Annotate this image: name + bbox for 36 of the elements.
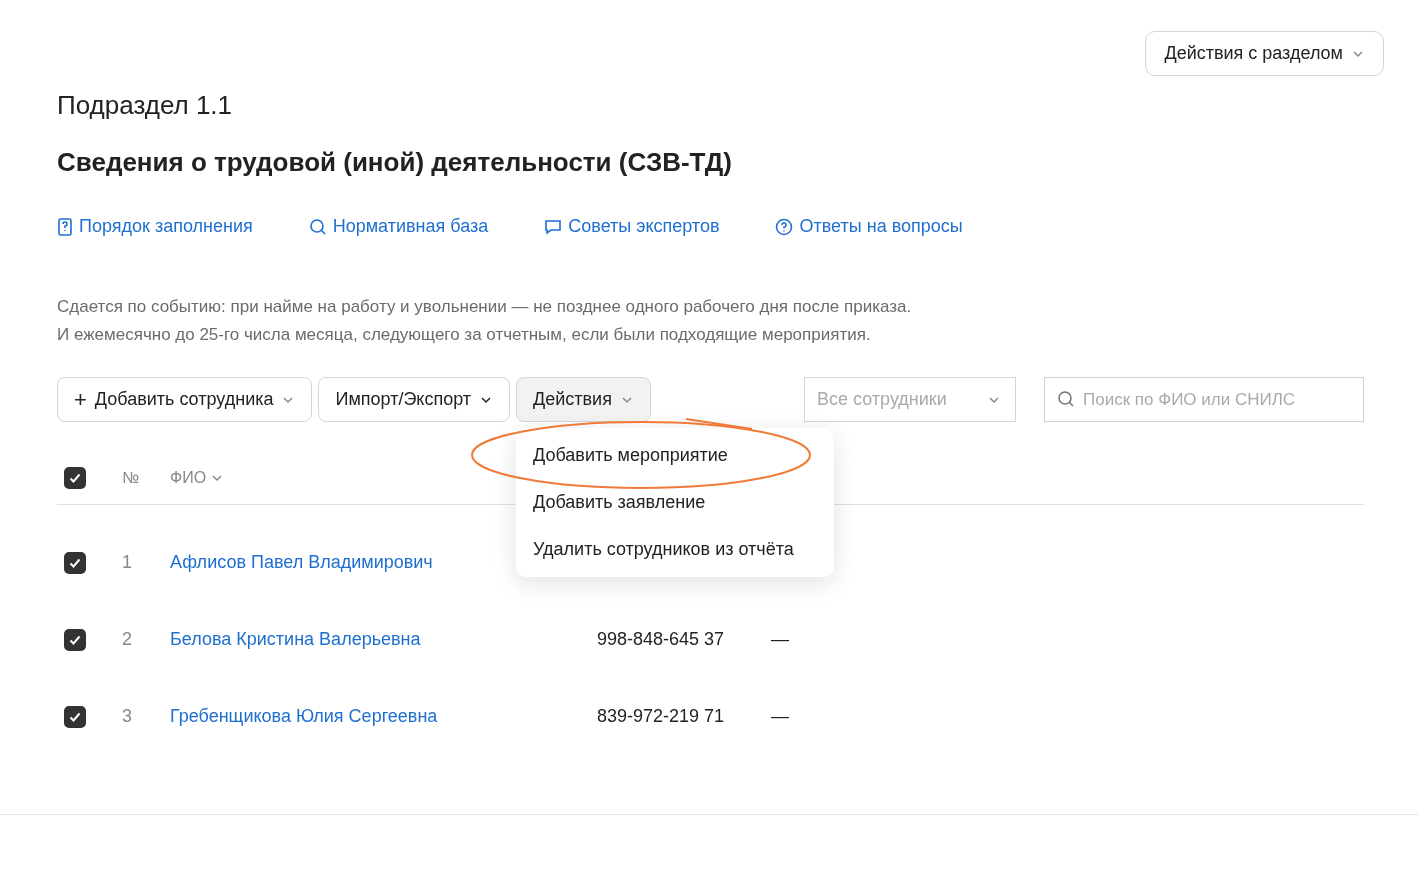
- chat-icon: [544, 217, 563, 236]
- employee-name-link[interactable]: Белова Кристина Валерьевна: [170, 629, 421, 649]
- description-text: Сдается по событию: при найме на работу и увольнении — не позднее одного рабочего дня после приказа.: [57, 296, 913, 318]
- help-link[interactable]: Нормативная база: [308, 216, 489, 237]
- table-cell: —: [771, 629, 789, 650]
- actions-button[interactable]: Действия: [516, 377, 651, 422]
- plus-icon: +: [74, 386, 87, 413]
- subsection-label: Подраздел 1.1: [57, 90, 234, 121]
- menu-item[interactable]: Удалить сотрудников из отчёта: [516, 526, 835, 573]
- employee-name-link[interactable]: Афлисов Павел Владимирович: [170, 552, 433, 572]
- row-number: 2: [122, 629, 132, 649]
- help-link[interactable]: Советы экспертов: [544, 216, 720, 237]
- search-icon: [1057, 390, 1075, 408]
- add-employee-button[interactable]: + Добавить сотрудника: [57, 377, 313, 422]
- snils-cell: 998-848-645 37: [597, 629, 725, 649]
- checkbox[interactable]: [64, 628, 86, 651]
- help-link[interactable]: Порядок заполнения: [57, 216, 253, 237]
- checkbox[interactable]: [64, 705, 86, 728]
- help-icon: [775, 217, 794, 236]
- row-number: 3: [122, 706, 132, 726]
- page-title: Сведения о трудовой (иной) деятельности (СЗВ-ТД): [57, 147, 734, 178]
- help-link[interactable]: Ответы на вопросы: [775, 216, 963, 237]
- section-actions-button[interactable]: Действия с разделом: [1145, 31, 1384, 76]
- description-text: И ежемесячно до 25-го числа месяца, следующего за отчетным, если были подходящие мероприятия.: [57, 324, 872, 346]
- table-cell: —: [771, 706, 789, 727]
- import-export-button[interactable]: Импорт/Экспорт: [318, 377, 511, 422]
- employee-name-link[interactable]: Гребенщикова Юлия Сергеевна: [170, 706, 438, 726]
- snils-cell: 839-972-219 71: [597, 706, 725, 726]
- column-header: №: [122, 469, 140, 486]
- search-field[interactable]: Поиск по ФИО или СНИЛС: [1044, 377, 1364, 422]
- book-icon: [57, 217, 73, 236]
- checkbox[interactable]: [64, 551, 86, 574]
- checkbox[interactable]: [64, 467, 86, 489]
- row-number: 1: [122, 552, 132, 572]
- check-icon: [68, 471, 82, 485]
- search-icon: [308, 217, 327, 236]
